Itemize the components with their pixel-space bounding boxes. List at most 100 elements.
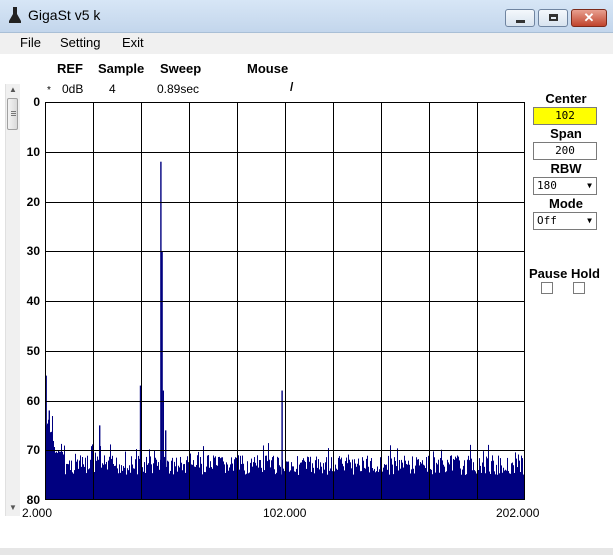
trace-bin bbox=[243, 463, 244, 500]
trace-bin bbox=[447, 459, 448, 500]
trace-bin bbox=[206, 466, 207, 500]
trace-bin bbox=[375, 472, 376, 500]
trace-bin bbox=[276, 472, 277, 500]
trace-bin bbox=[224, 464, 225, 500]
trace-bin bbox=[187, 456, 188, 500]
close-icon: ✕ bbox=[583, 10, 595, 25]
trace-bin bbox=[96, 460, 97, 500]
scroll-up-arrow-icon[interactable]: ▲ bbox=[6, 84, 20, 96]
minimize-button[interactable] bbox=[505, 9, 535, 27]
menu-setting[interactable]: Setting bbox=[60, 35, 100, 50]
trace-bin bbox=[205, 472, 206, 500]
trace-bin bbox=[94, 472, 95, 500]
trace-bin bbox=[242, 455, 243, 500]
trace-bin bbox=[458, 456, 459, 500]
vertical-scrollbar[interactable]: ▲ ▼ bbox=[5, 84, 20, 516]
trace-bin bbox=[273, 455, 274, 500]
trace-bin bbox=[509, 473, 510, 500]
trace-bin bbox=[402, 462, 403, 500]
trace-bin bbox=[356, 466, 357, 500]
trace-bin bbox=[73, 473, 74, 500]
trace-bin bbox=[411, 469, 412, 500]
trace-bin bbox=[256, 465, 257, 500]
window-bottom-edge bbox=[0, 548, 613, 555]
trace-bin bbox=[203, 446, 204, 500]
trace-bin bbox=[178, 465, 179, 500]
trace-bin bbox=[220, 458, 221, 500]
trace-bin bbox=[254, 457, 255, 500]
span-label: Span bbox=[550, 126, 582, 141]
trace-bin bbox=[184, 464, 185, 500]
app-icon bbox=[9, 7, 21, 23]
trace-bin bbox=[390, 445, 391, 500]
menu-file[interactable]: File bbox=[20, 35, 41, 50]
trace-bin bbox=[250, 462, 251, 500]
trace-bin bbox=[466, 474, 467, 500]
trace-bin bbox=[251, 458, 252, 500]
trace-bin bbox=[76, 461, 77, 500]
y-tick-label: 40 bbox=[26, 294, 40, 308]
trace-bin bbox=[278, 457, 279, 500]
trace-bin bbox=[131, 456, 132, 500]
pause-checkbox[interactable] bbox=[541, 282, 553, 294]
trace-bin bbox=[420, 462, 421, 500]
trace-bin bbox=[487, 458, 488, 500]
mouse-label: Mouse bbox=[247, 61, 289, 76]
trace-bin bbox=[209, 467, 210, 500]
center-field[interactable]: 102 bbox=[533, 107, 597, 125]
maximize-button[interactable] bbox=[538, 9, 568, 27]
trace-bin bbox=[83, 464, 84, 500]
menu-exit[interactable]: Exit bbox=[122, 35, 144, 50]
trace-bin bbox=[222, 457, 223, 500]
trace-bin bbox=[248, 473, 249, 500]
trace-bin bbox=[436, 462, 437, 500]
trace-bin bbox=[490, 473, 491, 500]
trace-bin bbox=[238, 455, 239, 500]
trace-bin bbox=[195, 466, 196, 500]
trace-bin bbox=[71, 460, 72, 500]
trace-bin bbox=[512, 462, 513, 500]
x-tick-label: 202.000 bbox=[496, 506, 540, 520]
trace-bin bbox=[68, 464, 69, 500]
trace-bin bbox=[50, 432, 51, 500]
trace-bin bbox=[507, 457, 508, 500]
trace-bin bbox=[130, 472, 131, 500]
trace-bin bbox=[148, 463, 149, 500]
trace-bin bbox=[387, 469, 388, 500]
trace-bin bbox=[176, 457, 177, 500]
trace-bin bbox=[233, 470, 234, 500]
mouse-value: / bbox=[290, 80, 294, 94]
trace-bin bbox=[299, 464, 300, 500]
trace-bin bbox=[364, 467, 365, 500]
trace-bin bbox=[514, 472, 515, 500]
trace-bin bbox=[151, 464, 152, 500]
rbw-select[interactable]: 180 ▼ bbox=[533, 177, 597, 195]
trace-bin bbox=[286, 461, 287, 500]
trace-bin bbox=[80, 455, 81, 500]
title-bar[interactable]: GigaSt v5 k ✕ bbox=[0, 0, 613, 33]
trace-bin bbox=[457, 455, 458, 500]
spectrum-plot[interactable] bbox=[45, 102, 525, 500]
hold-checkbox[interactable] bbox=[573, 282, 585, 294]
scroll-thumb[interactable] bbox=[7, 98, 18, 130]
trace-bin bbox=[350, 462, 351, 500]
trace-bin bbox=[405, 460, 406, 500]
trace-bin bbox=[380, 457, 381, 500]
trace-bin bbox=[451, 455, 452, 500]
trace-bin bbox=[208, 455, 209, 500]
spectrum-peak bbox=[48, 410, 50, 500]
spectrum-peak bbox=[161, 251, 163, 500]
trace-bin bbox=[454, 459, 455, 500]
trace-bin bbox=[452, 470, 453, 500]
trace-bin bbox=[54, 447, 55, 500]
span-field[interactable]: 200 bbox=[533, 142, 597, 160]
trace-bin bbox=[423, 464, 424, 500]
trace-bin bbox=[511, 463, 512, 500]
trace-bin bbox=[361, 471, 362, 500]
trace-bin bbox=[88, 469, 89, 500]
close-button[interactable]: ✕ bbox=[571, 9, 607, 27]
scroll-down-arrow-icon[interactable]: ▼ bbox=[6, 502, 20, 514]
mode-select[interactable]: Off ▼ bbox=[533, 212, 597, 230]
trace-bin bbox=[164, 456, 165, 500]
trace-bin bbox=[506, 470, 507, 500]
